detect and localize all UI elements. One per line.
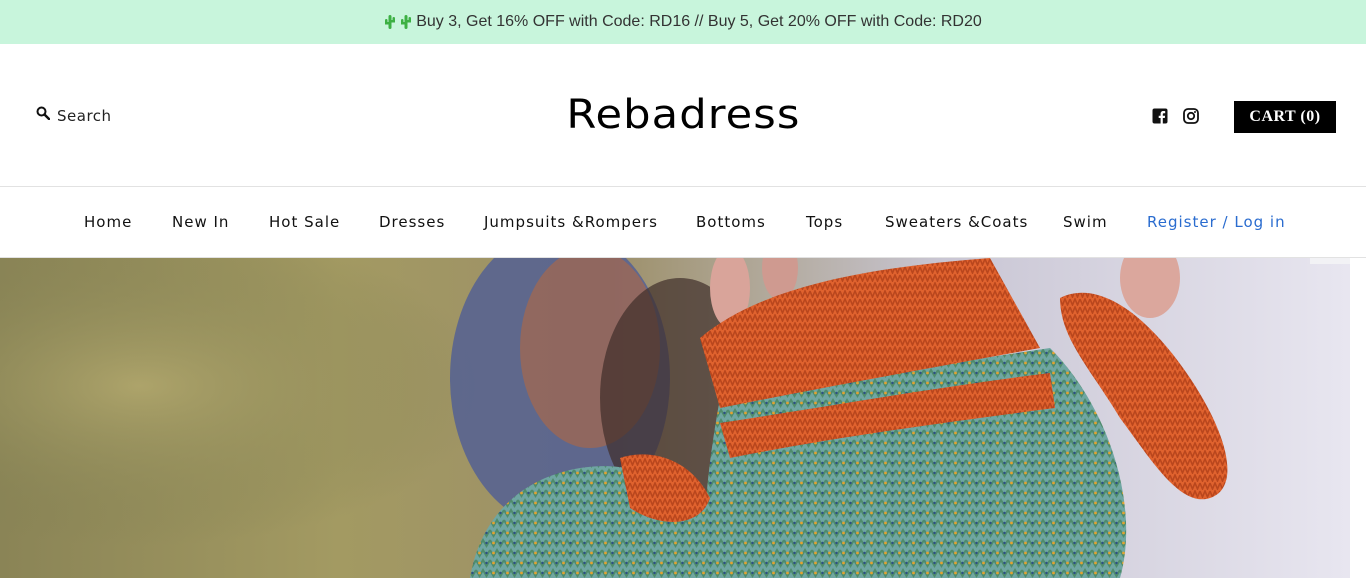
nav-item-dresses[interactable]: Dresses xyxy=(379,213,445,231)
nav-item-sweaters-coats[interactable]: Sweaters &Coats xyxy=(885,213,1028,231)
instagram-icon xyxy=(1183,108,1199,124)
facebook-icon xyxy=(1152,108,1168,124)
main-nav: Home New In Hot Sale Dresses Jumpsuits &… xyxy=(0,186,1366,258)
nav-item-swim[interactable]: Swim xyxy=(1063,213,1108,231)
logo-text: Rebadress xyxy=(565,92,801,138)
cart-button[interactable]: CART (0) xyxy=(1234,101,1336,133)
nav-item-bottoms[interactable]: Bottoms xyxy=(696,213,766,231)
cactus-icon xyxy=(384,14,396,30)
nav-item-new-in[interactable]: New In xyxy=(172,213,229,231)
nav-item-tops[interactable]: Tops xyxy=(806,213,843,231)
page-scroll-gutter xyxy=(1350,258,1366,578)
hero-banner[interactable] xyxy=(0,258,1350,578)
instagram-link[interactable] xyxy=(1183,108,1199,124)
nav-item-hot-sale[interactable]: Hot Sale xyxy=(269,213,340,231)
login-link[interactable]: Register / Log in xyxy=(1147,213,1286,231)
announcement-bar: Buy 3, Get 16% OFF with Code: RD16 // Bu… xyxy=(0,0,1366,44)
announcement-text: Buy 3, Get 16% OFF with Code: RD16 // Bu… xyxy=(416,13,982,30)
facebook-link[interactable] xyxy=(1152,108,1168,124)
cart-label: CART (0) xyxy=(1249,108,1321,125)
nav-item-jumpsuits-rompers[interactable]: Jumpsuits &Rompers xyxy=(484,213,658,231)
nav-item-home[interactable]: Home xyxy=(84,213,132,231)
knitted-mittens-photo xyxy=(0,258,1350,578)
site-header: Search Rebadress CART (0) xyxy=(0,44,1366,186)
cactus-icon xyxy=(400,14,412,30)
